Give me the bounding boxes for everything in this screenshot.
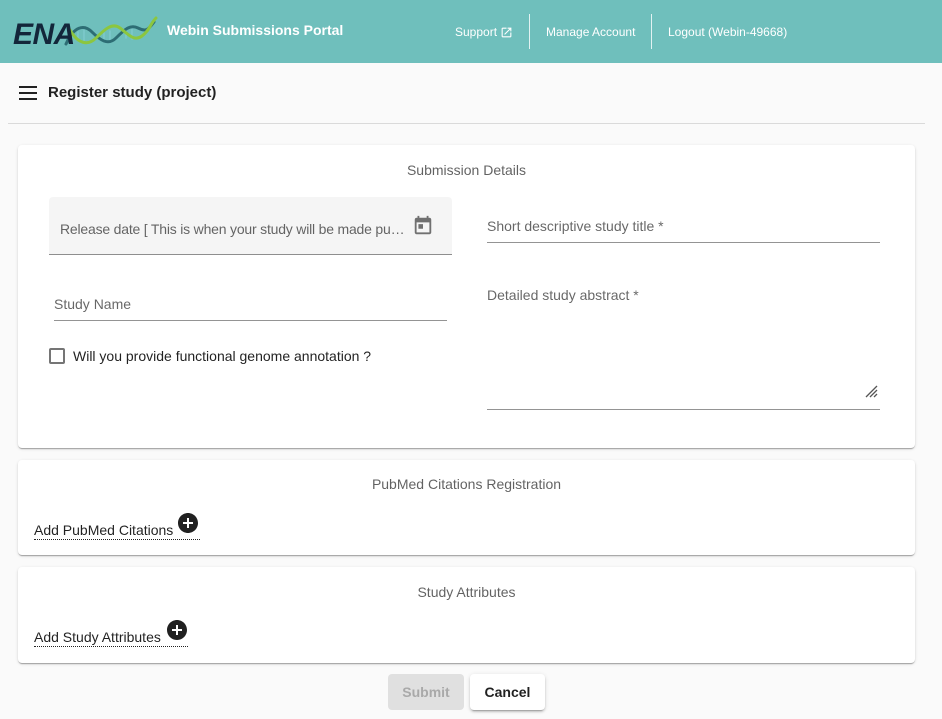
external-link-icon-shape bbox=[501, 27, 512, 37]
add-pubmed-citations-button[interactable]: Add PubMed Citations bbox=[34, 512, 200, 540]
study-abstract-label: Detailed study abstract * bbox=[487, 287, 639, 303]
support-link[interactable]: Support bbox=[455, 23, 513, 41]
logout-label: Logout (Webin-49668) bbox=[668, 25, 788, 39]
logo-text: ENA bbox=[13, 18, 75, 51]
page: { "theme": { "header_bg": "#6fbfbc", "pa… bbox=[0, 0, 942, 719]
pubmed-citations-card: PubMed Citations Registration Add PubMed… bbox=[18, 460, 915, 555]
dna-helix-icon bbox=[64, 16, 158, 46]
app-title: Webin Submissions Portal bbox=[167, 22, 344, 38]
resize-handle-icon[interactable] bbox=[864, 384, 878, 398]
nav-separator bbox=[651, 14, 652, 49]
logout-link[interactable]: Logout (Webin-49668) bbox=[668, 23, 787, 41]
submission-details-card: Submission Details Release date [ This i… bbox=[18, 145, 915, 448]
menu-icon-line bbox=[19, 86, 37, 88]
cancel-button[interactable]: Cancel bbox=[470, 674, 545, 710]
add-circle-icon[interactable] bbox=[167, 620, 187, 640]
study-name-underline bbox=[54, 320, 447, 321]
support-label: Support bbox=[455, 25, 498, 39]
add-study-attributes-label: Add Study Attributes bbox=[34, 629, 161, 645]
add-pubmed-citations-label: Add PubMed Citations bbox=[34, 522, 174, 538]
page-title: Register study (project) bbox=[48, 84, 217, 101]
functional-annotation-checkbox[interactable] bbox=[49, 348, 65, 364]
external-link-icon bbox=[501, 27, 512, 37]
study-name-input[interactable] bbox=[54, 293, 447, 315]
calendar-icon-shape bbox=[414, 215, 432, 235]
study-name-field: Study Name bbox=[54, 283, 447, 321]
card-title: Study Attributes bbox=[417, 584, 516, 600]
card-title: Submission Details bbox=[406, 162, 527, 178]
functional-annotation-label[interactable]: Will you provide functional genome annot… bbox=[73, 347, 371, 365]
add-circle-icon-shape bbox=[167, 620, 187, 640]
menu-icon[interactable] bbox=[17, 83, 39, 103]
study-title-field: Short descriptive study title * bbox=[487, 205, 880, 243]
nav-separator bbox=[529, 14, 530, 49]
submit-button[interactable]: Submit bbox=[388, 674, 464, 710]
app-header: ENA Webin Submissions Portal Support Man… bbox=[0, 0, 942, 63]
datepicker-toggle-button[interactable] bbox=[412, 215, 434, 237]
study-title-input[interactable] bbox=[487, 215, 880, 237]
release-date-field: Release date [ This is when your study w… bbox=[49, 197, 452, 255]
toolbar-divider bbox=[8, 123, 925, 124]
manage-account-label: Manage Account bbox=[546, 25, 636, 39]
add-circle-icon-shape bbox=[178, 513, 198, 533]
ena-logo[interactable]: ENA bbox=[10, 12, 158, 52]
study-title-underline bbox=[487, 242, 880, 243]
add-study-attributes-button[interactable]: Add Study Attributes bbox=[34, 619, 188, 647]
study-abstract-textarea[interactable] bbox=[487, 306, 880, 396]
card-title: PubMed Citations Registration bbox=[371, 476, 562, 492]
resize-handle-lines bbox=[865, 385, 878, 398]
release-date-input[interactable] bbox=[60, 219, 405, 241]
menu-icon-line bbox=[19, 92, 37, 94]
add-circle-icon[interactable] bbox=[178, 513, 198, 533]
calendar-icon bbox=[414, 215, 432, 235]
study-attributes-card: Study Attributes Add Study Attributes bbox=[18, 567, 915, 663]
menu-icon-line bbox=[19, 98, 37, 100]
study-abstract-underline bbox=[487, 409, 880, 410]
manage-account-link[interactable]: Manage Account bbox=[546, 23, 635, 41]
study-abstract-field: Detailed study abstract * bbox=[487, 278, 880, 410]
